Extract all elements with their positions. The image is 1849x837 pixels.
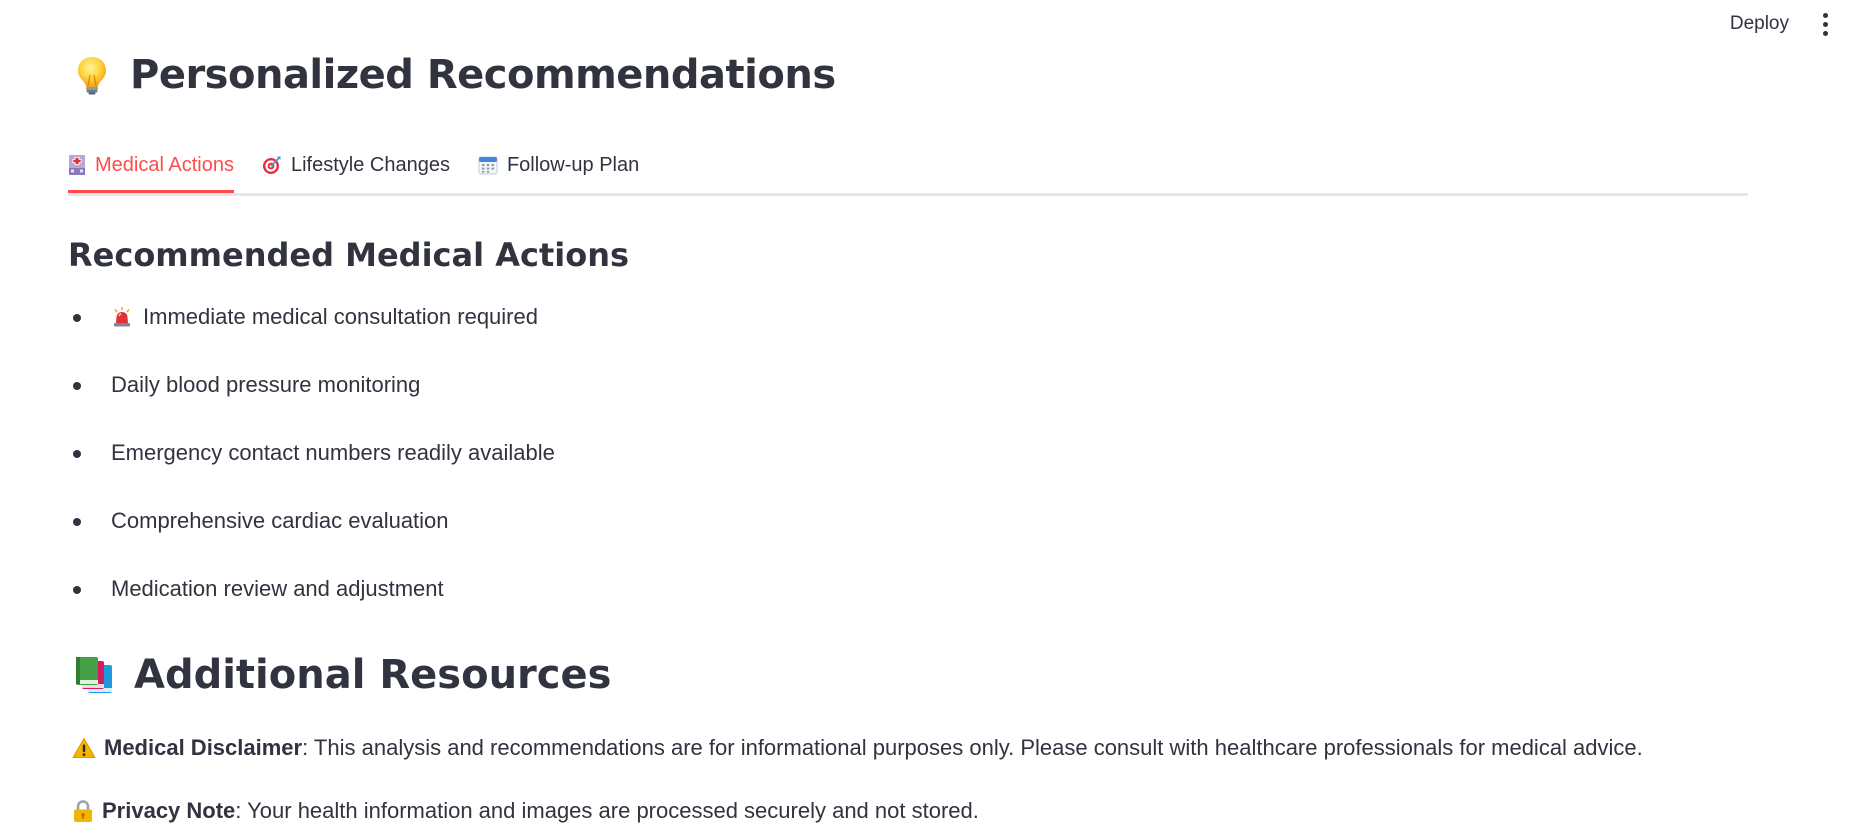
- tab-label: Medical Actions: [95, 153, 234, 176]
- bullet-icon: [73, 382, 81, 390]
- resources-heading: Additional Resources: [74, 652, 611, 698]
- list-item: Daily blood pressure monitoring: [68, 370, 555, 438]
- siren-icon: [111, 306, 133, 328]
- app-page: Deploy Personalized Recommendations Medi…: [0, 0, 1849, 837]
- kebab-dot: [1822, 30, 1828, 36]
- section-heading: Recommended Medical Actions: [68, 236, 630, 274]
- tab-bar: Medical Actions Lifestyle Changes Follow…: [68, 140, 1748, 196]
- list-item: Medication review and adjustment: [68, 574, 555, 642]
- list-item: Immediate medical consultation required: [68, 302, 555, 370]
- list-item: Emergency contact numbers readily availa…: [68, 438, 555, 506]
- bullet-icon: [73, 450, 81, 458]
- tab-lifestyle-changes[interactable]: Lifestyle Changes: [262, 140, 450, 190]
- page-title-text: Personalized Recommendations: [130, 52, 836, 98]
- list-item-text: Daily blood pressure monitoring: [111, 372, 421, 397]
- privacy-text: : Your health information and images are…: [235, 798, 979, 823]
- privacy-note: Privacy Note: Your health information an…: [72, 798, 979, 824]
- bullet-icon: [73, 586, 81, 594]
- list-item-text: Medication review and adjustment: [111, 576, 444, 601]
- tab-label: Follow-up Plan: [506, 153, 640, 176]
- tab-follow-up-plan[interactable]: Follow-up Plan: [478, 140, 639, 190]
- list-item-text: Emergency contact numbers readily availa…: [111, 440, 555, 465]
- medical-disclaimer: Medical Disclaimer: This analysis and re…: [72, 735, 1643, 761]
- top-toolbar: Deploy: [1716, 0, 1849, 48]
- resources-heading-text: Additional Resources: [134, 652, 612, 698]
- bullet-icon: [73, 314, 81, 322]
- lock-icon: [72, 799, 94, 823]
- medical-actions-list: Immediate medical consultation required …: [68, 302, 555, 642]
- bullet-icon: [73, 518, 81, 526]
- kebab-dot: [1822, 21, 1828, 27]
- kebab-dot: [1822, 12, 1828, 18]
- privacy-label: Privacy Note: [102, 798, 236, 823]
- list-item-text: Immediate medical consultation required: [143, 304, 538, 329]
- deploy-button[interactable]: Deploy: [1716, 7, 1803, 41]
- tab-label: Lifestyle Changes: [290, 153, 450, 176]
- target-icon: [262, 155, 282, 175]
- list-item: Comprehensive cardiac evaluation: [68, 506, 555, 574]
- tab-medical-actions[interactable]: Medical Actions: [68, 140, 234, 193]
- calendar-icon: [478, 155, 498, 175]
- warning-icon: [72, 737, 96, 759]
- lightbulb-icon: [74, 55, 110, 95]
- books-icon: [74, 655, 118, 695]
- kebab-menu-icon[interactable]: [1815, 12, 1835, 36]
- page-title: Personalized Recommendations: [74, 52, 836, 98]
- disclaimer-text: : This analysis and recommendations are …: [302, 735, 1643, 760]
- disclaimer-label: Medical Disclaimer: [104, 735, 303, 760]
- hospital-icon: [68, 154, 86, 176]
- list-item-text: Comprehensive cardiac evaluation: [111, 508, 449, 533]
